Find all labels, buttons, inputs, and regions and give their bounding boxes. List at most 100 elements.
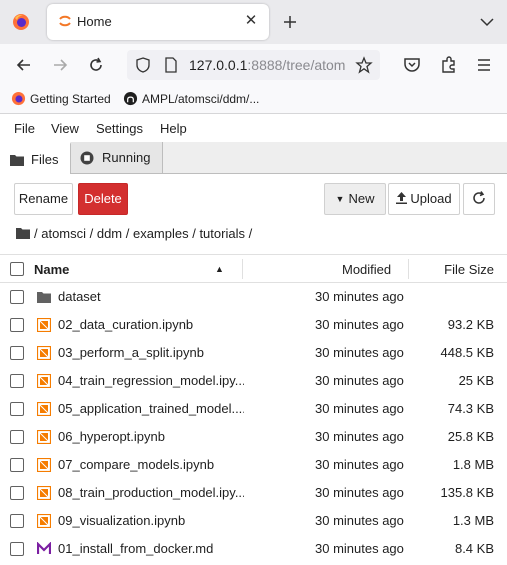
refresh-button[interactable] (463, 183, 495, 215)
file-row[interactable]: 07_compare_models.ipynb 30 minutes ago 1.8… (0, 451, 507, 479)
row-checkbox[interactable] (10, 402, 24, 416)
file-name[interactable]: 05_application_trained_model.... (58, 401, 244, 416)
row-checkbox[interactable] (10, 486, 24, 500)
file-modified: 30 minutes ago (315, 513, 404, 528)
tab-running[interactable]: Running (71, 142, 163, 173)
row-checkbox[interactable] (10, 458, 24, 472)
menu-settings[interactable]: Settings (96, 121, 143, 136)
file-row[interactable]: 08_train_production_model.ipy... 30 minut… (0, 479, 507, 507)
new-button[interactable]: ▼ New (324, 183, 386, 215)
file-row[interactable]: 03_perform_a_split.ipynb 30 minutes ago 44… (0, 339, 507, 367)
file-name[interactable]: 09_visualization.ipynb (58, 513, 244, 528)
row-checkbox[interactable] (10, 346, 24, 360)
tab-running-label: Running (102, 150, 151, 165)
bookmark-star-icon[interactable] (355, 56, 373, 74)
file-size: 448.5 KB (440, 345, 495, 360)
file-size: 1.8 MB (452, 457, 494, 472)
hamburger-menu-icon[interactable] (474, 55, 494, 75)
file-size: 25.8 KB (447, 429, 494, 444)
bookmark-label: Getting Started (30, 92, 111, 106)
file-row[interactable]: dataset 30 minutes ago (0, 283, 507, 311)
github-icon (123, 91, 138, 106)
file-modified: 30 minutes ago (315, 373, 404, 388)
menu-view[interactable]: View (51, 121, 79, 136)
upload-button-label: Upload (410, 191, 452, 206)
url-path: :8888/tree/atom (247, 57, 346, 73)
row-checkbox[interactable] (10, 374, 24, 388)
notebook-icon (36, 317, 52, 333)
file-name[interactable]: 04_train_regression_model.ipy... (58, 373, 244, 388)
file-name[interactable]: 08_train_production_model.ipy... (58, 485, 244, 500)
column-modified-header[interactable]: Modified (342, 262, 391, 277)
url-text[interactable]: 127.0.0.1:8888/tree/atom (189, 57, 345, 73)
file-modified: 30 minutes ago (315, 317, 404, 332)
new-button-label: New (348, 191, 375, 206)
stop-circle-icon (80, 151, 94, 165)
firefox-icon[interactable] (12, 13, 30, 31)
file-size: 8.4 KB (454, 541, 494, 556)
jupyter-menubar: File View Settings Help (0, 114, 507, 143)
caret-down-icon: ▼ (335, 194, 345, 204)
new-tab-icon[interactable] (281, 13, 299, 31)
folder-icon (37, 290, 51, 304)
list-all-tabs-chevron-icon[interactable] (478, 14, 496, 30)
file-modified: 30 minutes ago (315, 457, 404, 472)
page-info-icon[interactable] (163, 57, 179, 73)
url-bar[interactable]: 127.0.0.1:8888/tree/atom (127, 50, 380, 80)
breadcrumb: / atomsci / ddm / examples / tutorials / (16, 226, 252, 241)
file-name[interactable]: 03_perform_a_split.ipynb (58, 345, 244, 360)
file-modified: 30 minutes ago (315, 485, 404, 500)
select-all-checkbox[interactable] (10, 262, 24, 276)
row-checkbox[interactable] (10, 542, 24, 556)
browser-nav-bar: 127.0.0.1:8888/tree/atom (0, 44, 507, 86)
delete-button[interactable]: Delete (78, 183, 128, 215)
browser-tab-strip: Home ✕ (0, 0, 507, 44)
column-size-header[interactable]: File Size (444, 262, 494, 277)
file-modified: 30 minutes ago (315, 289, 404, 304)
breadcrumb-path[interactable]: / atomsci / ddm / examples / tutorials / (34, 226, 252, 241)
file-name[interactable]: dataset (58, 289, 244, 304)
menu-file[interactable]: File (14, 121, 35, 136)
pocket-icon[interactable] (402, 55, 422, 75)
file-row[interactable]: 06_hyperopt.ipynb 30 minutes ago 25.8 KB (0, 423, 507, 451)
back-arrow-icon[interactable] (14, 55, 34, 75)
column-name-header[interactable]: Name (34, 262, 69, 277)
rename-button[interactable]: Rename (14, 183, 73, 215)
folder-icon (10, 155, 24, 166)
row-checkbox[interactable] (10, 318, 24, 332)
refresh-icon (473, 191, 485, 204)
file-name[interactable]: 07_compare_models.ipynb (58, 457, 244, 472)
file-name[interactable]: 02_data_curation.ipynb (58, 317, 244, 332)
browser-tab-home[interactable]: Home ✕ (47, 4, 269, 40)
folder-home-icon[interactable] (16, 227, 30, 239)
file-name[interactable]: 06_hyperopt.ipynb (58, 429, 244, 444)
file-row[interactable]: 09_visualization.ipynb 30 minutes ago 1.3 … (0, 507, 507, 535)
row-checkbox[interactable] (10, 514, 24, 528)
shield-icon[interactable] (135, 57, 151, 73)
file-row[interactable]: 04_train_regression_model.ipy... 30 minut… (0, 367, 507, 395)
jupyter-favicon-icon (59, 15, 71, 27)
file-row[interactable]: 05_application_trained_model.... 30 minut… (0, 395, 507, 423)
extensions-puzzle-icon[interactable] (439, 55, 459, 75)
bookmark-getting-started[interactable]: Getting Started (11, 91, 111, 106)
reload-icon[interactable] (86, 55, 106, 75)
sort-ascending-icon[interactable]: ▲ (215, 264, 224, 274)
row-checkbox[interactable] (10, 430, 24, 444)
tab-files[interactable]: Files (0, 142, 71, 174)
upload-button[interactable]: Upload (388, 183, 460, 215)
notebook-icon (36, 485, 52, 501)
markdown-icon (36, 541, 52, 556)
tab-close-icon[interactable]: ✕ (243, 13, 259, 29)
notebook-icon (36, 401, 52, 417)
tab-files-label: Files (31, 152, 59, 167)
upload-icon (396, 192, 408, 204)
bookmark-ampl[interactable]: AMPL/atomsci/ddm/... (123, 91, 259, 106)
row-checkbox[interactable] (10, 290, 24, 304)
file-row[interactable]: 02_data_curation.ipynb 30 minutes ago 93.2… (0, 311, 507, 339)
forward-arrow-icon[interactable] (50, 55, 70, 75)
file-name[interactable]: 01_install_from_docker.md (58, 541, 244, 556)
menu-help[interactable]: Help (160, 121, 187, 136)
file-size: 135.8 KB (440, 485, 495, 500)
file-row[interactable]: 01_install_from_docker.md 30 minutes ago 8… (0, 535, 507, 563)
jupyter-tab-bar: Files Running (0, 142, 507, 174)
